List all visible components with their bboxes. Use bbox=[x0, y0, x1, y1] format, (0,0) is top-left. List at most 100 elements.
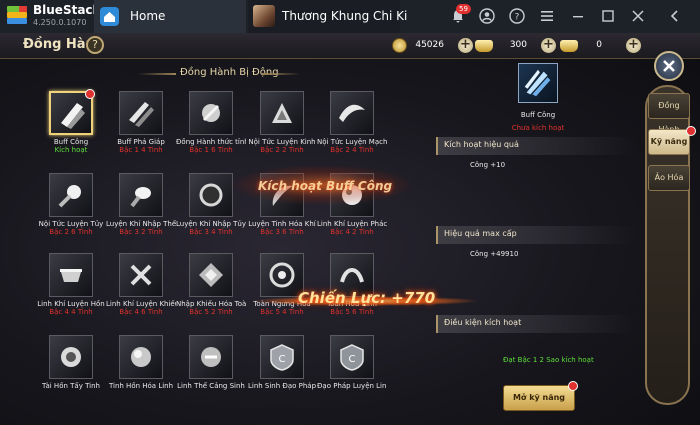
condition-label: Điều kiện kích hoạt bbox=[444, 318, 522, 327]
skill-item[interactable]: Tài Hồn Tẩy Tinh bbox=[36, 335, 106, 390]
help-icon[interactable]: ? bbox=[509, 8, 525, 24]
skill-item[interactable]: Linh Khí Luyện Khiếu Bậc 4 6 Tinh bbox=[106, 253, 176, 316]
max-effect-value: Công +49910 bbox=[470, 250, 519, 258]
skill-glyph-icon bbox=[61, 103, 85, 129]
title-bar: BlueStacks 4.250.0.1070 Home Thương Khun… bbox=[0, 0, 700, 33]
skill-icon[interactable] bbox=[189, 253, 233, 297]
skill-icon[interactable]: C bbox=[330, 335, 374, 379]
skill-icon[interactable] bbox=[49, 253, 93, 297]
skill-icon[interactable] bbox=[49, 173, 93, 217]
tab-ky-nang[interactable]: Kỹ năng bbox=[648, 129, 690, 155]
skill-status: Bậc 1 4 Tinh bbox=[119, 146, 163, 154]
activation-text: Kích hoạt Buff Công bbox=[258, 179, 393, 193]
skill-item[interactable]: Tinh Hồn Hóa Linh bbox=[106, 335, 176, 390]
skill-name: Đạo Pháp Luyện Linh bbox=[317, 382, 387, 390]
skill-item[interactable]: Luyện Khí Nhập Thể Bậc 3 2 Tinh bbox=[106, 173, 176, 236]
skill-item[interactable]: Nội Tức Luyện Kinh Bậc 2 2 Tinh bbox=[247, 91, 317, 154]
skill-item[interactable]: Đồng Hành thức tỉnh Bậc 1 6 Tinh bbox=[176, 91, 246, 154]
skill-glyph-icon bbox=[131, 347, 151, 367]
tab-game[interactable]: Thương Khung Chi Ki bbox=[248, 0, 407, 33]
add-ingot-button[interactable]: + bbox=[541, 38, 556, 53]
skill-name: Tài Hồn Tẩy Tinh bbox=[42, 382, 100, 390]
skill-item[interactable]: Nội Tức Luyện Tủy Bậc 2 6 Tinh bbox=[36, 173, 106, 236]
skill-icon[interactable] bbox=[189, 173, 233, 217]
skill-item[interactable]: Buff Phá Giáp Bậc 1 4 Tinh bbox=[106, 91, 176, 154]
skill-name: Linh Sinh Đạo Pháp bbox=[247, 382, 317, 390]
skill-icon[interactable] bbox=[189, 335, 233, 379]
skill-glyph-icon bbox=[339, 104, 365, 122]
skill-status: Bậc 2 4 Tinh bbox=[330, 146, 374, 154]
account-icon[interactable] bbox=[479, 8, 495, 24]
skill-item[interactable]: Linh Khí Luyện Hồn Bậc 4 4 Tinh bbox=[36, 253, 106, 316]
unlock-notification-dot bbox=[568, 381, 578, 391]
section-ornament-left bbox=[138, 73, 176, 75]
activate-effect-label: Kích hoạt hiệu quả bbox=[444, 140, 519, 149]
skill-icon[interactable] bbox=[260, 91, 304, 135]
unlock-skill-button[interactable]: Mở kỹ năng bbox=[503, 385, 575, 411]
skill-name: Linh Khí Luyện Hồn bbox=[37, 300, 105, 308]
svg-text:?: ? bbox=[515, 13, 520, 23]
skill-name: Nhập Khiếu Hóa Toàn bbox=[176, 300, 246, 308]
skill-name: Nội Tức Luyện Mạch bbox=[317, 138, 387, 146]
maximize-icon[interactable] bbox=[600, 8, 616, 24]
condition-value: Đạt Bậc 1 2 Sao kích hoạt bbox=[503, 356, 594, 364]
activate-effect-header: Kích hoạt hiệu quả bbox=[436, 137, 636, 155]
skill-item[interactable]: Buff Công Kích hoạt bbox=[36, 89, 106, 154]
skill-tab-notification-dot bbox=[686, 126, 696, 136]
add-coin-button[interactable]: + bbox=[458, 38, 473, 53]
ingot-value: 300 bbox=[509, 40, 527, 50]
menu-icon[interactable] bbox=[539, 8, 555, 24]
tab-dong-hanh[interactable]: Đồng Hành bbox=[648, 93, 690, 134]
minimize-icon[interactable] bbox=[570, 8, 586, 24]
skill-glyph-icon bbox=[58, 185, 81, 208]
tab-ao-hoa[interactable]: Ảo Hóa bbox=[648, 165, 690, 191]
skill-name: Đồng Hành thức tỉnh bbox=[176, 138, 246, 146]
game-thumbnail bbox=[253, 5, 275, 27]
help-button[interactable]: ? bbox=[86, 36, 104, 54]
skill-icon[interactable] bbox=[49, 89, 95, 135]
skill-status: Bậc 3 4 Tinh bbox=[189, 228, 233, 236]
skill-name: Buff Công bbox=[53, 138, 89, 146]
gold-ingot-icon bbox=[475, 40, 493, 52]
skill-status: Bậc 3 2 Tinh bbox=[119, 228, 163, 236]
skill-name: Tinh Hồn Hóa Linh bbox=[108, 382, 174, 390]
skill-icon[interactable]: C bbox=[260, 335, 304, 379]
skill-icon[interactable] bbox=[119, 335, 163, 379]
skill-icon[interactable] bbox=[119, 91, 163, 135]
gold-ingot-icon bbox=[560, 40, 578, 52]
expand-sidebar-icon[interactable] bbox=[667, 8, 683, 24]
skill-status: Bậc 2 6 Tinh bbox=[49, 228, 93, 236]
svg-text:C: C bbox=[349, 354, 356, 365]
skill-glyph-icon bbox=[340, 268, 364, 283]
add-bound-ingot-button[interactable]: + bbox=[626, 38, 641, 53]
skill-item[interactable]: C Linh Sinh Đạo Pháp bbox=[247, 335, 317, 390]
skill-icon[interactable] bbox=[119, 173, 163, 217]
section-ornament-right bbox=[262, 73, 300, 75]
detail-skill-icon bbox=[518, 63, 558, 103]
skill-item[interactable]: Nhập Khiếu Hóa Toàn Bậc 5 2 Tinh bbox=[176, 253, 246, 316]
skill-glyph-icon bbox=[61, 347, 81, 367]
skill-icon[interactable] bbox=[330, 91, 374, 135]
skill-item[interactable]: Linh Thể Cảng Sinh bbox=[176, 335, 246, 390]
skill-icon[interactable] bbox=[189, 91, 233, 135]
skill-name: Buff Phá Giáp bbox=[117, 138, 165, 146]
skill-status: Bậc 5 6 Tinh bbox=[330, 308, 374, 316]
condition-header: Điều kiện kích hoạt bbox=[436, 315, 636, 333]
skill-name: Luyện Tinh Hóa Khí bbox=[248, 220, 316, 228]
currency-bound-ingot: 0 + bbox=[560, 38, 645, 54]
max-effect-header: Hiệu quả max cấp bbox=[436, 226, 636, 244]
app-version: 4.250.0.1070 bbox=[33, 18, 87, 27]
close-window-icon[interactable] bbox=[630, 8, 646, 24]
skill-glyph-icon bbox=[202, 104, 220, 122]
home-icon bbox=[100, 7, 119, 26]
skill-name: Luyện Khí Nhập Thể bbox=[106, 220, 176, 228]
close-panel-button[interactable] bbox=[654, 51, 684, 81]
skill-item[interactable]: C Đạo Pháp Luyện Linh bbox=[317, 335, 387, 390]
tab-home[interactable]: Home bbox=[94, 0, 246, 33]
skill-name: Linh Khí Luyện Phách bbox=[317, 220, 387, 228]
skill-item[interactable]: Nội Tức Luyện Mạch Bậc 2 4 Tinh bbox=[317, 91, 387, 154]
skill-icon[interactable] bbox=[49, 335, 93, 379]
currency-coin: 45026 + bbox=[392, 38, 477, 54]
skill-icon[interactable] bbox=[119, 253, 163, 297]
skill-status: Bậc 2 2 Tinh bbox=[260, 146, 304, 154]
